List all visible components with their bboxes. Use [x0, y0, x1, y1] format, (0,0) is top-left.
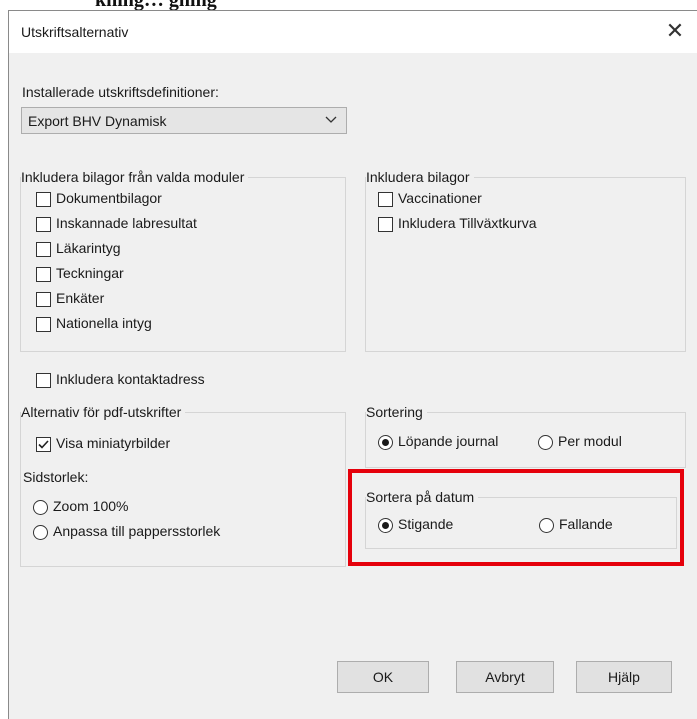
group-title-attachments: Inkludera bilagor — [366, 169, 474, 185]
group-title-modules: Inkludera bilagor från valda moduler — [21, 169, 249, 185]
dialog-titlebar: Utskriftsalternativ ✕ — [9, 11, 697, 53]
close-icon: ✕ — [665, 18, 685, 43]
print-options-dialog: Utskriftsalternativ ✕ Installerade utskr… — [8, 10, 697, 719]
checkbox-label: Inskannade labresultat — [56, 215, 197, 231]
checkbox-label: Läkarintyg — [56, 240, 121, 256]
close-button[interactable]: ✕ — [652, 11, 697, 53]
checkbox-box[interactable] — [36, 437, 51, 452]
checkbox-box[interactable] — [36, 373, 51, 388]
checkbox-box[interactable] — [36, 267, 51, 282]
dropdown-selected-value: Export BHV Dynamisk — [28, 113, 167, 129]
checkbox-label: Vaccinationer — [398, 190, 482, 206]
dialog-title: Utskriftsalternativ — [21, 24, 129, 40]
radio-button[interactable] — [33, 500, 48, 515]
check-icon — [38, 440, 49, 449]
radio-label: Zoom 100% — [53, 498, 129, 514]
radio-button[interactable] — [378, 435, 393, 450]
checkbox-label: Enkäter — [56, 290, 105, 306]
group-title-sorting: Sortering — [366, 404, 427, 420]
checkbox-box[interactable] — [36, 292, 51, 307]
print-definition-dropdown[interactable]: Export BHV Dynamisk — [21, 107, 347, 134]
checkbox-box[interactable] — [378, 217, 393, 232]
installed-definitions-label: Installerade utskriftsdefinitioner: — [22, 84, 219, 100]
checkbox-box[interactable] — [378, 192, 393, 207]
checkbox-box[interactable] — [36, 217, 51, 232]
ok-button[interactable]: OK — [337, 661, 429, 693]
help-button[interactable]: Hjälp — [576, 661, 672, 693]
checkbox-label: Inkludera Tillväxtkurva — [398, 215, 537, 231]
chevron-down-icon — [325, 116, 337, 123]
radio-label: Löpande journal — [398, 433, 499, 449]
radio-label: Anpassa till pappersstorlek — [53, 523, 221, 539]
checkbox-label: Visa miniatyrbilder — [56, 435, 171, 451]
checkbox-label: Dokumentbilagor — [56, 190, 162, 206]
checkbox-box[interactable] — [36, 317, 51, 332]
radio-button[interactable] — [33, 525, 48, 540]
checkbox-label: Teckningar — [56, 265, 124, 281]
highlight-annotation-box — [348, 469, 684, 566]
cancel-button[interactable]: Avbryt — [456, 661, 554, 693]
radio-label: Per modul — [558, 433, 622, 449]
checkbox-box[interactable] — [36, 242, 51, 257]
radio-button[interactable] — [538, 435, 553, 450]
checkbox-box[interactable] — [36, 192, 51, 207]
checkbox-label: Nationella intyg — [56, 315, 152, 331]
group-title-pdf: Alternativ för pdf-utskrifter — [21, 404, 186, 420]
checkbox-label: Inkludera kontaktadress — [56, 371, 205, 387]
page-size-label: Sidstorlek: — [23, 469, 89, 485]
